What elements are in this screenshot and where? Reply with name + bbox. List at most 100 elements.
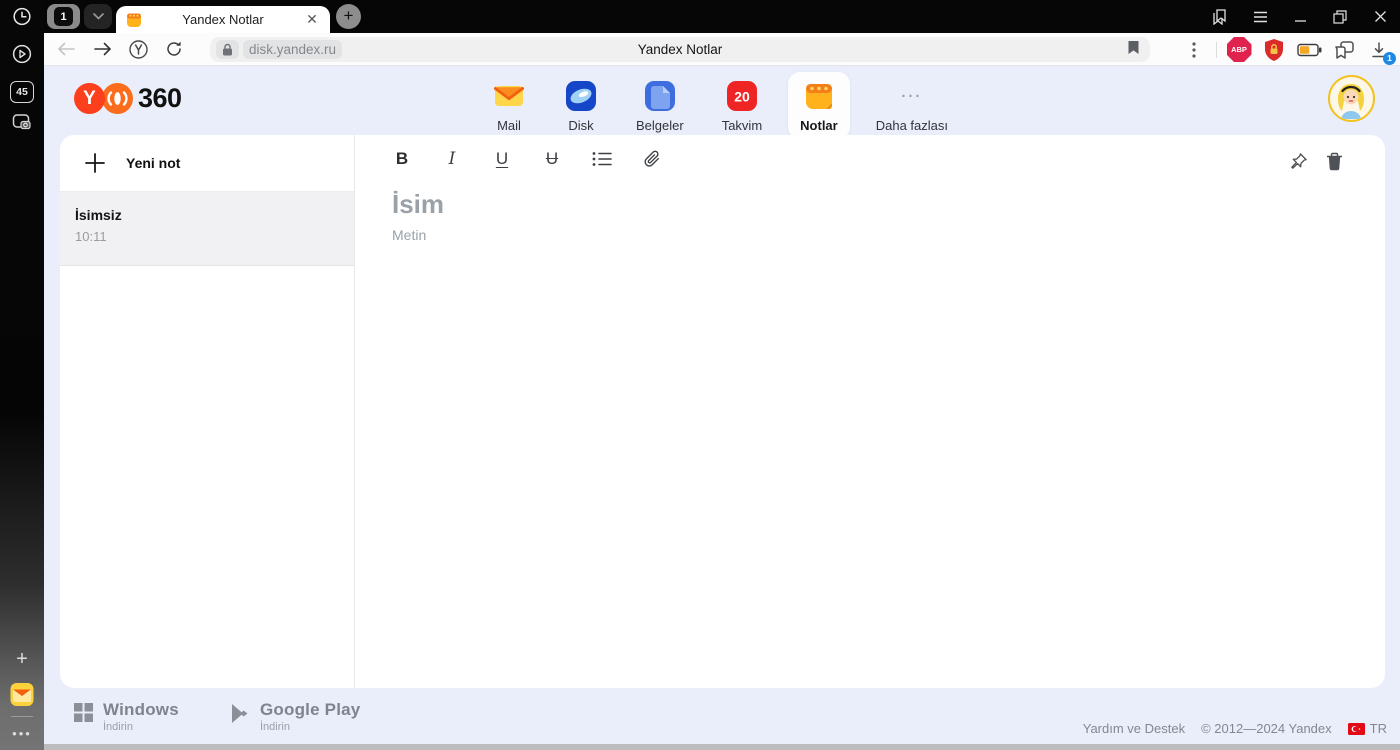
copyright-text: © 2012—2024 Yandex: [1201, 721, 1332, 736]
address-bar[interactable]: disk.yandex.ru Yandex Notlar: [210, 37, 1150, 62]
language-selector[interactable]: TR: [1347, 721, 1387, 736]
tab-favicon-notes-icon: [126, 12, 142, 28]
notes-app-card: Yeni not İsimsiz 10:11 B I U U İsim Meti…: [60, 135, 1385, 688]
language-code: TR: [1369, 721, 1387, 736]
nav-label: Notlar: [800, 118, 838, 133]
window-controls: [1200, 0, 1400, 33]
editor-actions: [1287, 149, 1345, 173]
tab-yandex-notlar[interactable]: Yandex Notlar ✕: [116, 6, 330, 33]
bold-button[interactable]: B: [391, 147, 413, 171]
yandex-y-icon: Y: [74, 83, 105, 114]
note-list-item[interactable]: İsimsiz 10:11: [60, 192, 354, 266]
google-play-icon: [230, 703, 250, 724]
protect-shield-icon[interactable]: [1261, 37, 1287, 63]
rail-divider: [11, 716, 33, 717]
browser-side-rail: 45 + •••: [0, 0, 44, 750]
disk-icon: [564, 79, 598, 113]
yandex-mail-shortcut-icon[interactable]: [10, 682, 35, 707]
nav-item-documents[interactable]: Belgeler: [624, 72, 696, 139]
tab-group-button[interactable]: 1: [47, 4, 80, 29]
note-body-input[interactable]: Metin: [392, 227, 692, 243]
logo-360-text: 360: [138, 83, 182, 113]
adblock-plus-icon[interactable]: ABP: [1226, 37, 1252, 63]
downloads-icon[interactable]: 1: [1366, 37, 1396, 65]
new-tab-button[interactable]: +: [336, 4, 361, 29]
plus-icon: [84, 152, 106, 174]
note-title: İsimsiz: [75, 207, 122, 223]
close-window-icon[interactable]: [1360, 0, 1400, 33]
nav-item-mail[interactable]: Mail: [480, 72, 538, 139]
kebab-menu-icon[interactable]: [1181, 37, 1207, 63]
forward-icon[interactable]: [84, 35, 120, 63]
reload-icon[interactable]: [156, 35, 192, 63]
user-avatar[interactable]: [1328, 75, 1375, 122]
strikethrough-button[interactable]: U: [541, 147, 563, 171]
note-editor: B I U U İsim Metin: [355, 135, 1385, 688]
note-title-input[interactable]: İsim: [392, 189, 692, 220]
page-title: Yandex Notlar: [637, 42, 723, 57]
yandex-360-logo[interactable]: Y 360: [74, 83, 182, 114]
bookmark-icon[interactable]: [1127, 40, 1140, 60]
toolbar-separator: [1216, 41, 1217, 58]
toolbar-extensions: ABP 1: [1181, 33, 1396, 66]
documents-icon: [643, 79, 677, 113]
url-domain[interactable]: disk.yandex.ru: [243, 40, 343, 59]
history-icon[interactable]: [12, 6, 33, 27]
nav-label: Belgeler: [636, 118, 684, 133]
calendar-icon: 20: [725, 79, 759, 113]
screenshot-icon[interactable]: [10, 110, 34, 134]
mail-icon: [492, 79, 526, 113]
delete-note-button[interactable]: [1323, 149, 1345, 173]
page-footer: Windows İndirin Google Play İndirin Yard…: [44, 688, 1400, 744]
notes-icon: [802, 79, 836, 113]
lock-icon[interactable]: [216, 40, 239, 59]
calendar-day: 20: [734, 89, 750, 105]
restore-icon[interactable]: [1320, 0, 1360, 33]
back-icon[interactable]: [48, 35, 84, 63]
nav-label: Daha fazlası: [875, 118, 948, 133]
turkey-flag-icon: [1347, 722, 1365, 735]
menu-icon[interactable]: [1240, 0, 1280, 33]
rail-add-icon[interactable]: +: [16, 648, 28, 671]
store-subtitle: İndirin: [103, 721, 133, 733]
nav-item-disk[interactable]: Disk: [552, 72, 610, 139]
side-panel-icon[interactable]: [1200, 0, 1240, 33]
nav-label: Takvim: [721, 118, 763, 133]
nav-item-more[interactable]: ··· Daha fazlası: [864, 72, 960, 139]
store-title: Windows: [103, 700, 179, 719]
video-play-icon[interactable]: [11, 43, 33, 65]
new-note-label: Yeni not: [126, 155, 181, 171]
pin-note-button[interactable]: [1287, 149, 1309, 173]
browser-window: 45 + ••• 1 Yandex Notlar ✕ + disk.yandex…: [0, 0, 1400, 750]
tab-bar: 1 Yandex Notlar ✕ +: [44, 0, 1400, 33]
rail-more-icon[interactable]: •••: [12, 726, 32, 741]
windows-icon: [74, 703, 93, 722]
nav-item-notes[interactable]: Notlar: [788, 72, 850, 139]
minimize-icon[interactable]: [1280, 0, 1320, 33]
tab-title: Yandex Notlar: [182, 12, 264, 27]
italic-button[interactable]: I: [441, 147, 463, 171]
nav-label: Disk: [568, 118, 594, 133]
battery-icon[interactable]: [1296, 37, 1322, 63]
attachment-button[interactable]: [641, 147, 663, 171]
footer-links: Yardım ve Destek © 2012—2024 Yandex TR: [1083, 721, 1387, 736]
tab-list-chevron-icon[interactable]: [84, 4, 112, 29]
store-title: Google Play: [260, 700, 361, 719]
nav-label: Mail: [497, 118, 521, 133]
yandex-protect-icon[interactable]: [120, 35, 156, 63]
tab-close-icon[interactable]: ✕: [304, 11, 320, 28]
yandex-notes-page: Y 360 Mail Disk Belgeler 20 Takvim Notla…: [44, 66, 1400, 750]
download-count-badge: 1: [1383, 51, 1396, 65]
list-button[interactable]: [591, 147, 613, 171]
yandex-360-icon: [102, 83, 133, 114]
more-apps-icon: ···: [901, 87, 923, 105]
collections-icon[interactable]: [1331, 37, 1357, 63]
underline-button[interactable]: U: [491, 147, 513, 171]
nav-item-calendar[interactable]: 20 Takvim: [710, 72, 774, 139]
app-navigation: Mail Disk Belgeler 20 Takvim Notlar ··· …: [480, 72, 960, 139]
new-note-button[interactable]: Yeni not: [60, 135, 354, 192]
google-play-download-link[interactable]: Google Play İndirin: [230, 700, 360, 733]
windows-download-link[interactable]: Windows İndirin: [74, 700, 179, 733]
help-support-link[interactable]: Yardım ve Destek: [1083, 721, 1185, 736]
speed-score-badge[interactable]: 45: [10, 81, 34, 103]
